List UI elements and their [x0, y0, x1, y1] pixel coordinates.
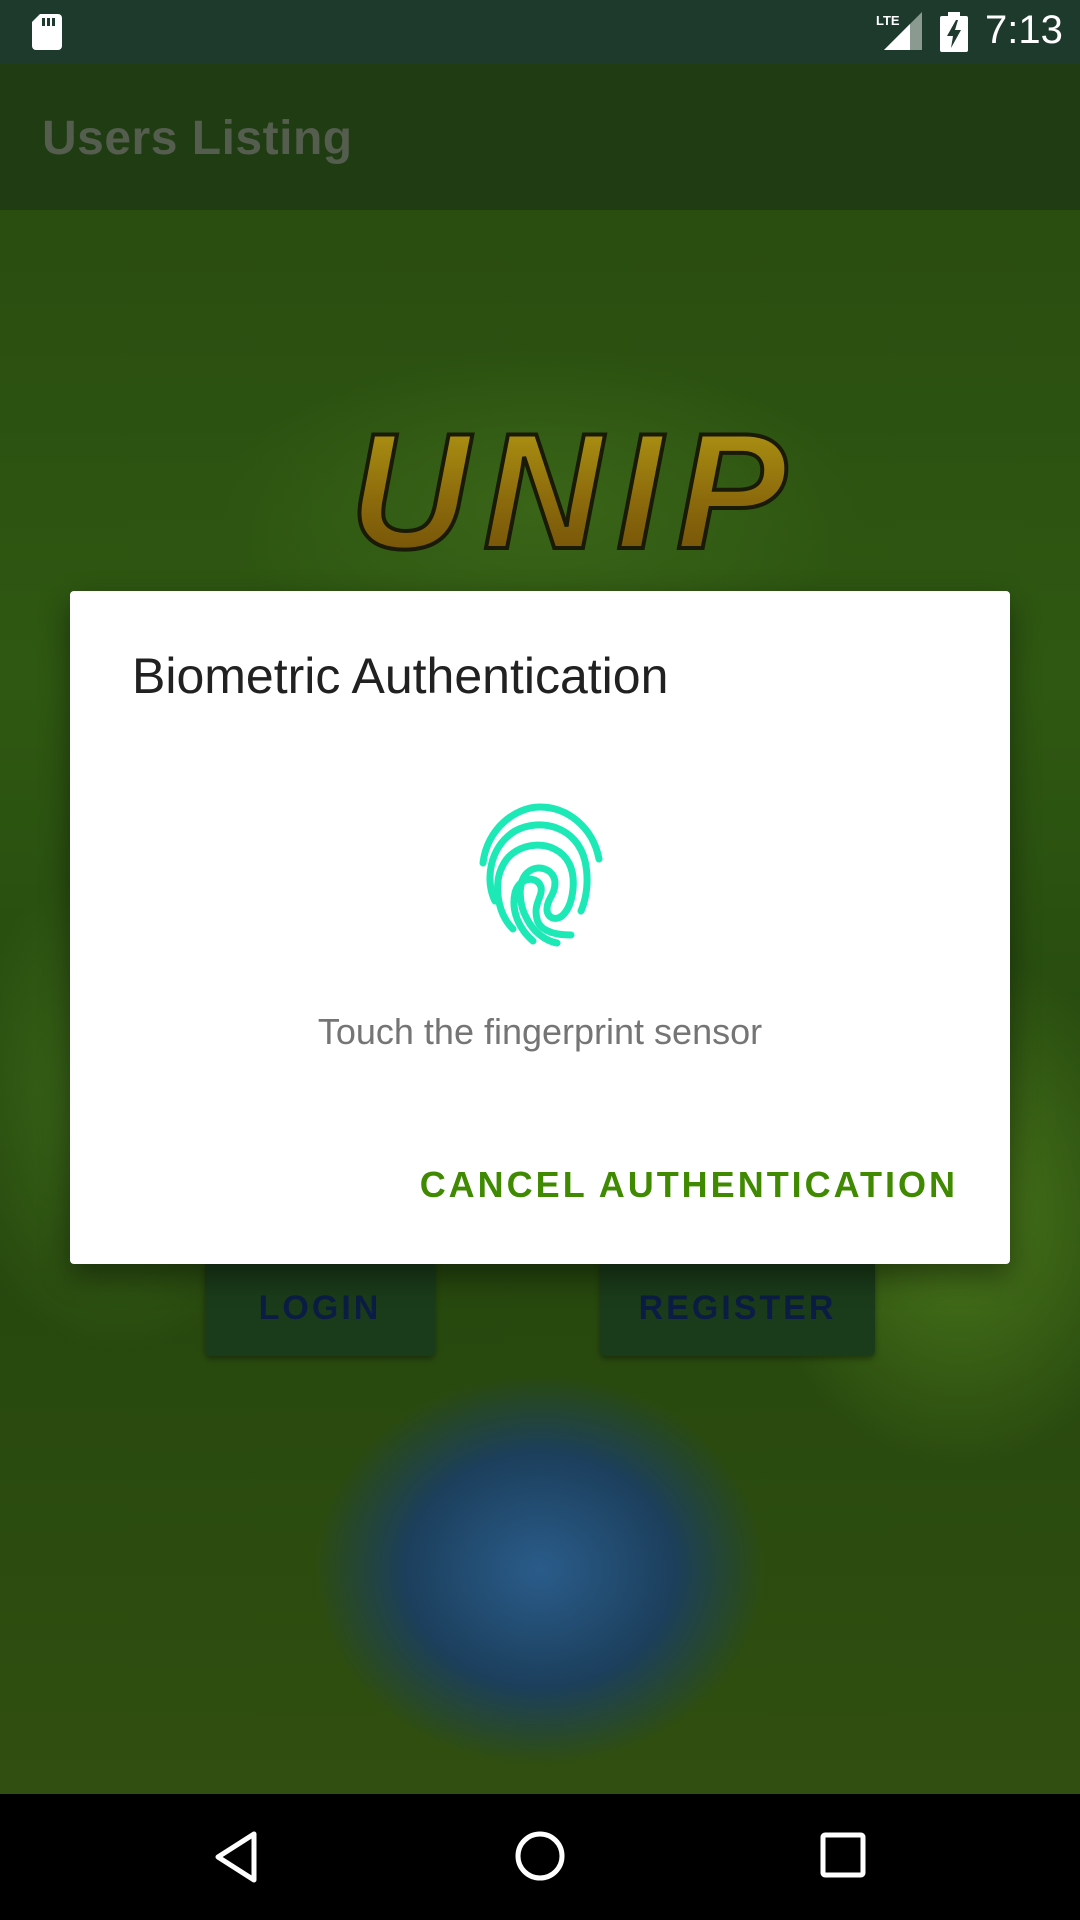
lte-signal-icon: LTE	[876, 12, 922, 50]
svg-text:LTE: LTE	[876, 13, 900, 28]
recents-icon[interactable]	[820, 1832, 866, 1878]
cancel-authentication-button[interactable]: CANCEL AUTHENTICATION	[420, 1164, 958, 1206]
clock: 7:13	[985, 8, 1063, 52]
nav-bar	[0, 1794, 1080, 1920]
sd-card-icon	[32, 14, 62, 50]
battery-charging-icon	[940, 12, 968, 52]
status-bar: LTE 7:13	[0, 0, 1080, 63]
unip-logo: UNIP	[348, 420, 800, 570]
login-button[interactable]: LOGIN	[205, 1260, 435, 1356]
back-icon[interactable]	[212, 1830, 260, 1884]
home-icon[interactable]	[514, 1830, 566, 1882]
dialog-message: Touch the fingerprint sensor	[317, 1011, 763, 1052]
register-button[interactable]: REGISTER	[600, 1260, 875, 1356]
fingerprint-icon	[479, 803, 603, 947]
app-title: Users Listing	[42, 112, 353, 165]
dialog-title: Biometric Authentication	[132, 648, 669, 704]
screen: LTE 7:13 Users Listing UNIP LOGIN REGIST…	[0, 0, 1080, 1920]
svg-text:UNIP: UNIP	[350, 420, 800, 570]
biometric-dialog: Biometric Authentication Touch the finge…	[70, 591, 1010, 1264]
app-bar: Users Listing	[0, 63, 1080, 210]
